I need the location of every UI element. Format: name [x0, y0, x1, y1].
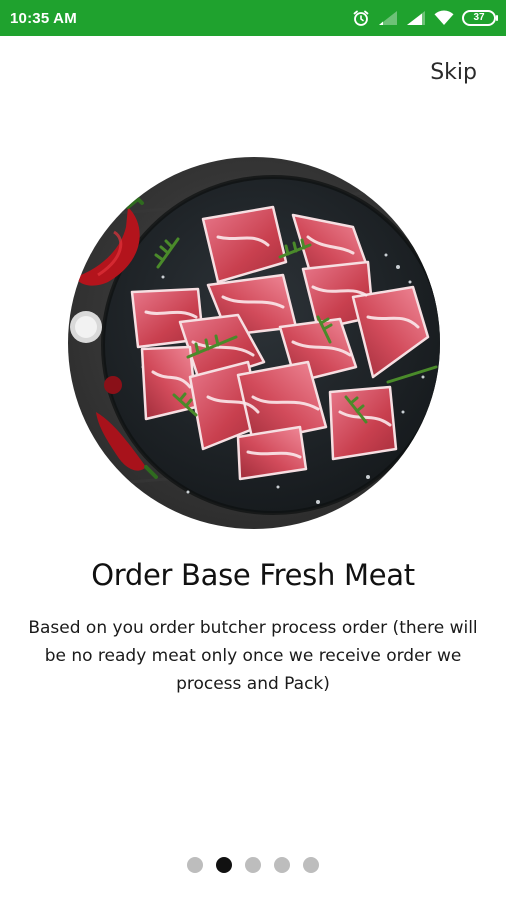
battery-icon: 37 — [462, 10, 498, 26]
wifi-icon — [434, 10, 454, 26]
page-dot-4[interactable] — [274, 857, 290, 873]
status-bar: 10:35 AM 37 — [0, 0, 506, 36]
page-indicator — [0, 857, 506, 873]
battery-level: 37 — [473, 12, 485, 23]
skip-button[interactable]: Skip — [426, 58, 481, 87]
page-dot-2[interactable] — [216, 857, 232, 873]
page-dot-1[interactable] — [187, 857, 203, 873]
onboarding-screen: 10:35 AM 37 Skip Order Base Fresh Meat B… — [0, 0, 506, 900]
alarm-icon — [352, 9, 370, 27]
signal-strong-icon — [406, 10, 426, 26]
status-icons: 37 — [352, 9, 498, 27]
signal-weak-icon — [378, 10, 398, 26]
onboarding-description: Based on you order butcher process order… — [28, 618, 478, 694]
status-time: 10:35 AM — [10, 9, 77, 27]
page-dot-5[interactable] — [303, 857, 319, 873]
fresh-meat-image — [68, 157, 440, 529]
onboarding-title: Order Base Fresh Meat — [91, 558, 415, 592]
page-dot-3[interactable] — [245, 857, 261, 873]
